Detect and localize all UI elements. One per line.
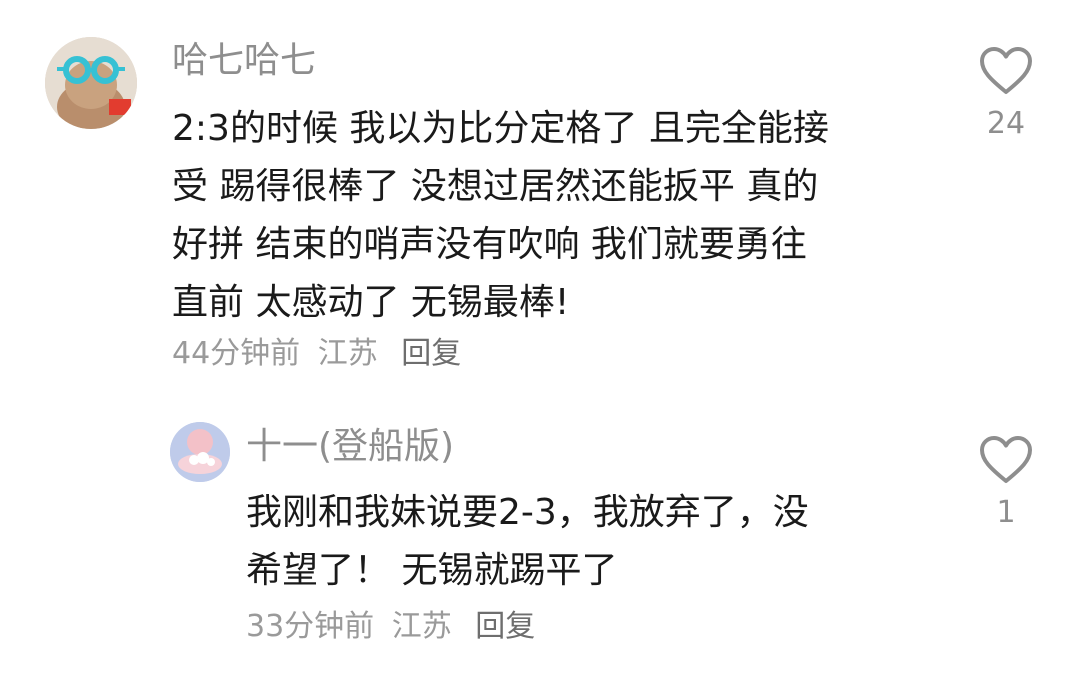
comment-body-line: 希望了！ 无锡就踢平了 — [246, 550, 618, 591]
comment-body: 我刚和我妹说要2-3，我放弃了，没 希望了！ 无锡就踢平了 — [246, 484, 946, 600]
heart-outline-icon — [980, 436, 1032, 483]
comment-time: 44分钟前 — [172, 336, 301, 371]
comment-body-line: 受 踢得很棒了 没想过居然还能扳平 真的 — [172, 166, 819, 207]
user-avatar[interactable] — [170, 422, 230, 482]
comment-meta: 33分钟前 江苏 回复 — [246, 607, 535, 647]
comment-username[interactable]: 十一(登船版) — [246, 425, 454, 469]
like-count: 24 — [986, 106, 1026, 141]
comment-location: 江苏 — [391, 609, 452, 644]
user-avatar[interactable] — [45, 37, 137, 129]
comment-item: 哈七哈七 2:3的时候 我以为比分定格了 且完全能接 受 踢得很棒了 没想过居然… — [0, 0, 1080, 400]
avatar-cloud-icon — [170, 422, 230, 482]
avatar-goggles-icon — [45, 37, 137, 129]
reply-button[interactable]: 回复 — [401, 334, 461, 374]
like-button[interactable]: 24 — [971, 46, 1041, 142]
comment-body-line: 好拼 结束的哨声没有吹响 我们就要勇往 — [172, 224, 807, 265]
heart-outline-icon — [980, 47, 1032, 94]
comment-location: 江苏 — [317, 336, 378, 371]
comment-body-line: 直前 太感动了 无锡最棒! — [172, 282, 570, 323]
reply-button[interactable]: 回复 — [475, 607, 535, 647]
comment-time: 33分钟前 — [246, 609, 375, 644]
comment-username[interactable]: 哈七哈七 — [172, 39, 316, 83]
like-button[interactable]: 1 — [971, 435, 1041, 531]
comment-body-line: 我刚和我妹说要2-3，我放弃了，没 — [246, 492, 809, 533]
comment-meta: 44分钟前 江苏 回复 — [172, 334, 461, 374]
reply-comment-item: 十一(登船版) 我刚和我妹说要2-3，我放弃了，没 希望了！ 无锡就踢平了 33… — [0, 400, 1080, 691]
like-count: 1 — [996, 495, 1016, 530]
comment-body: 2:3的时候 我以为比分定格了 且完全能接 受 踢得很棒了 没想过居然还能扳平 … — [172, 100, 952, 332]
comment-body-line: 2:3的时候 我以为比分定格了 且完全能接 — [172, 108, 829, 149]
